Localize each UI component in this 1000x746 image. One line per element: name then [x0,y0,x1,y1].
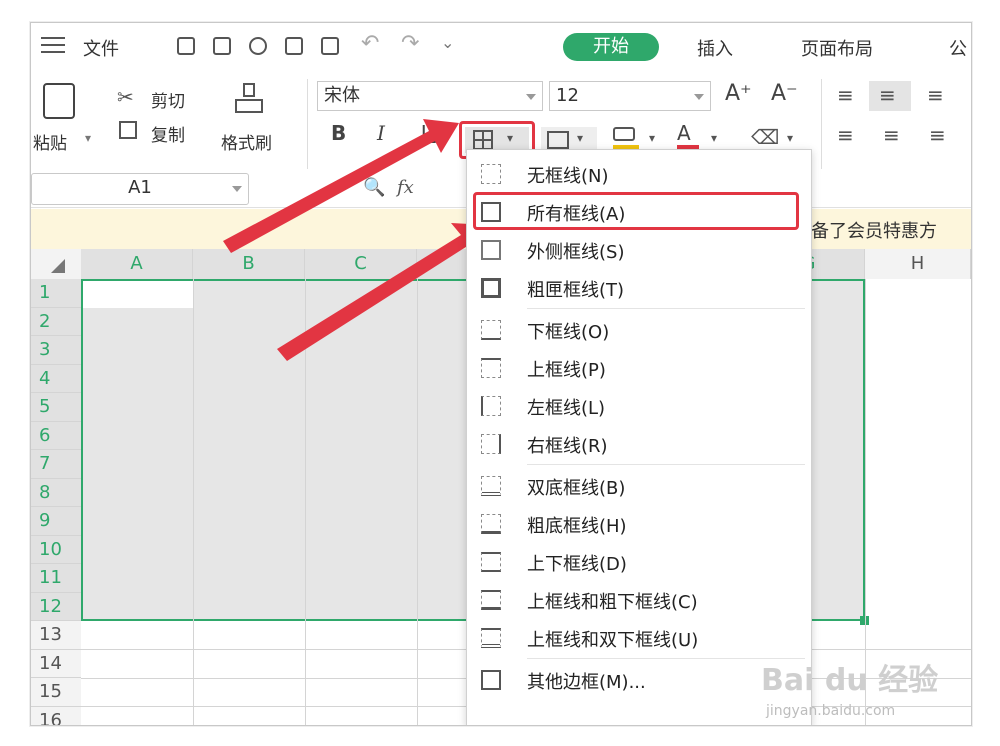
menu-item-double-bottom-border[interactable]: 双底框线(B) [467,468,811,504]
menu-item-label: 上框线和双下框线(U) [527,630,699,651]
menu-item-no-border[interactable]: 无框线(N) [467,156,811,192]
right-border-icon [481,434,501,454]
menu-item-label: 左框线(L) [527,398,606,419]
menu-item-label: 外侧框线(S) [527,242,625,263]
menu-item-left-border[interactable]: 左框线(L) [467,388,811,424]
menu-item-more-borders[interactable]: 其他边框(M)... [467,662,811,698]
all-borders-highlight [473,192,799,230]
menu-item-top-bottom-border[interactable]: 上下框线(D) [467,544,811,580]
menu-item-thick-bottom-border[interactable]: 粗底框线(H) [467,506,811,542]
menu-item-right-border[interactable]: 右框线(R) [467,426,811,462]
menu-item-top-double-bottom-border[interactable]: 上框线和双下框线(U) [467,620,811,656]
left-border-icon [481,396,501,416]
menu-item-thick-box-border[interactable]: 粗匣框线(T) [467,270,811,306]
menu-item-label: 上下框线(D) [527,554,627,575]
baidu-watermark-logo: Bai du 经验 [761,663,939,698]
outside-borders-icon [481,240,501,260]
arrow-to-borders-button [223,119,459,253]
menu-item-label: 粗底框线(H) [527,516,627,537]
top-thick-bottom-border-icon [481,590,501,610]
menu-item-bottom-border[interactable]: 下框线(O) [467,312,811,348]
menu-item-top-border[interactable]: 上框线(P) [467,350,811,386]
baidu-watermark-url: jingyan.baidu.com [766,703,896,719]
more-borders-icon [481,670,501,690]
arrow-to-all-borders-item [277,223,489,361]
no-border-icon [481,164,501,184]
menu-item-label: 上框线(P) [527,360,606,381]
menu-item-label: 双底框线(B) [527,478,626,499]
menu-item-top-thick-bottom-border[interactable]: 上框线和粗下框线(C) [467,582,811,618]
menu-item-label: 其他边框(M)... [527,672,646,693]
thick-bottom-border-icon [481,514,501,534]
thick-box-border-icon [481,278,501,298]
menu-item-outside-borders[interactable]: 外侧框线(S) [467,232,811,268]
menu-item-label: 上框线和粗下框线(C) [527,592,698,613]
top-border-icon [481,358,501,378]
top-bottom-border-icon [481,552,501,572]
menu-item-label: 下框线(O) [527,322,610,343]
spreadsheet-window: 文件 ↶ ↷ ⌄ 开始 插入 页面布局 公 粘贴 ▾ ✂ 剪切 复制 格式刷 宋… [30,22,972,726]
bottom-border-icon [481,320,501,340]
double-bottom-border-icon [481,476,501,496]
top-double-bottom-border-icon [481,628,501,648]
borders-dropdown-menu: 无框线(N) 所有框线(A) 外侧框线(S) 粗匣框线(T) 下框线(O) 上框… [466,149,812,725]
menu-item-label: 无框线(N) [527,166,609,187]
menu-item-label: 粗匣框线(T) [527,280,625,301]
menu-item-label: 右框线(R) [527,436,608,457]
